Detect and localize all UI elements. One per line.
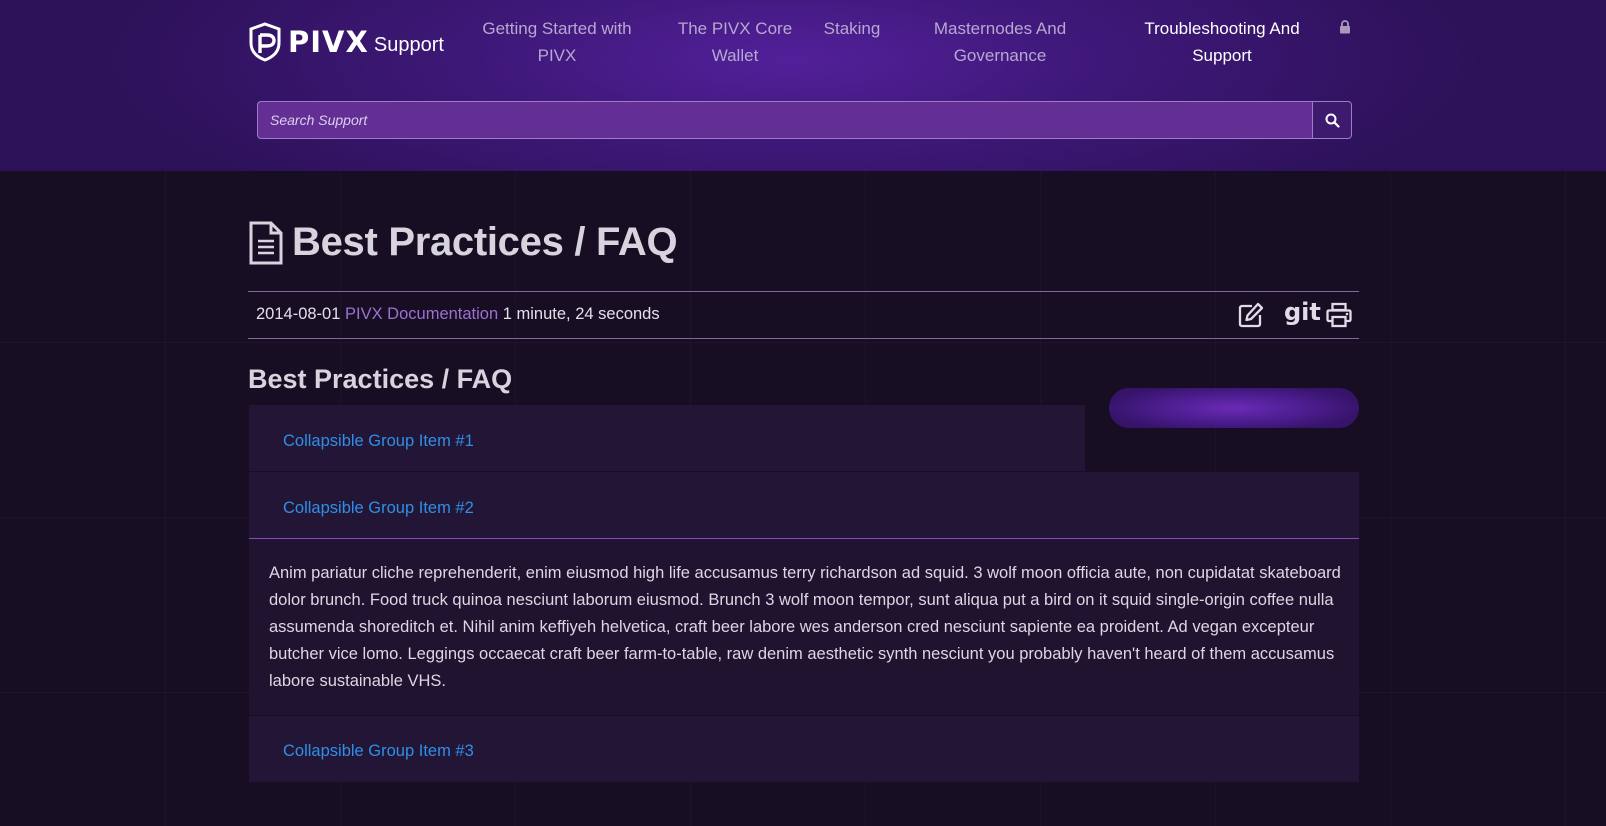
- nav-item-masternodes[interactable]: Masternodes And Governance: [920, 15, 1080, 69]
- author-link[interactable]: PIVX Documentation: [345, 305, 498, 323]
- article-date: 2014-08-01: [256, 305, 341, 323]
- accordion-item-1[interactable]: Collapsible Group Item #1: [249, 405, 1085, 471]
- edit-icon[interactable]: [1238, 302, 1264, 328]
- site-header: PIVX Support Getting Started with PIVX T…: [0, 0, 1606, 171]
- nav-item-getting-started[interactable]: Getting Started with PIVX: [476, 15, 638, 69]
- accordion-item-body: Anim pariatur cliche reprehenderit, enim…: [269, 564, 1341, 690]
- accordion-item-title[interactable]: Collapsible Group Item #2: [283, 499, 474, 518]
- read-time: 1 minute, 24 seconds: [502, 305, 660, 323]
- lock-icon[interactable]: [1339, 20, 1351, 34]
- article-meta-bar: 2014-08-01 PIVX Documentation 1 minute, …: [248, 291, 1359, 339]
- nav-item-staking[interactable]: Staking: [818, 15, 886, 42]
- logo-wordmark: PIVX: [288, 25, 369, 59]
- article-meta: 2014-08-01 PIVX Documentation 1 minute, …: [256, 305, 660, 324]
- sidebar-toc-button[interactable]: [1109, 388, 1359, 428]
- accordion-item-3[interactable]: Collapsible Group Item #3: [249, 716, 1359, 782]
- logo-subtitle: Support: [373, 33, 444, 56]
- nav-item-troubleshooting[interactable]: Troubleshooting And Support: [1138, 15, 1306, 69]
- search-input[interactable]: [257, 101, 1312, 139]
- accordion-item-title[interactable]: Collapsible Group Item #3: [283, 742, 474, 761]
- print-icon[interactable]: [1326, 302, 1352, 328]
- search-button[interactable]: [1312, 101, 1352, 139]
- nav-item-core-wallet[interactable]: The PIVX Core Wallet: [675, 15, 795, 69]
- page-title: Best Practices / FAQ: [292, 220, 678, 264]
- accordion-item-title[interactable]: Collapsible Group Item #1: [283, 432, 474, 451]
- section-title: Best Practices / FAQ: [248, 364, 513, 394]
- search-bar: [257, 101, 1352, 139]
- accordion-item-2[interactable]: Collapsible Group Item #2: [249, 472, 1359, 538]
- document-icon: [249, 221, 283, 264]
- search-icon: [1325, 113, 1340, 128]
- page-title-row: Best Practices / FAQ: [248, 220, 678, 265]
- pivx-shield-icon: [249, 22, 281, 62]
- site-logo[interactable]: PIVX Support: [248, 22, 444, 62]
- git-icon[interactable]: git: [1284, 298, 1321, 326]
